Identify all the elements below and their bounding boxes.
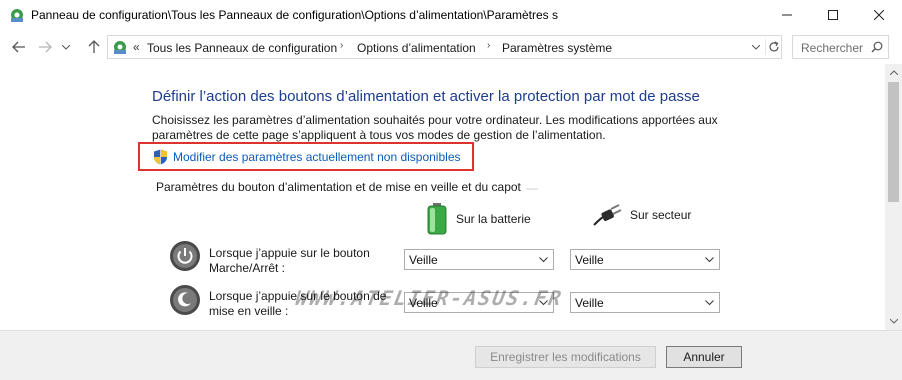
content-pane: Définir l’action des boutons d’alimentat… (0, 64, 885, 330)
change-link-label: Modifier des paramètres actuellement non… (173, 150, 461, 164)
uac-shield-icon (154, 149, 167, 165)
select-value: Veille (409, 253, 438, 267)
ac-column-label: Sur secteur (630, 208, 692, 222)
scrollbar-thumb[interactable] (888, 82, 899, 202)
window-title: Panneau de configuration\Tous les Pannea… (31, 8, 558, 22)
navigation-bar: « Tous les Panneaux de configuration › O… (0, 33, 902, 61)
arrow-up-icon (88, 40, 100, 53)
forward-button[interactable] (35, 37, 55, 57)
change-unavailable-settings-link[interactable]: Modifier des paramètres actuellement non… (153, 149, 461, 165)
up-button[interactable] (84, 37, 104, 57)
power-button-battery-select[interactable]: Veille (404, 249, 554, 270)
power-plug-icon (593, 204, 622, 226)
close-button[interactable] (856, 0, 902, 30)
breadcrumb-power-options[interactable]: Options d’alimentation (357, 41, 476, 55)
minimize-icon (782, 14, 792, 16)
title-bar: Panneau de configuration\Tous les Pannea… (0, 0, 902, 30)
vertical-scrollbar[interactable] (885, 64, 902, 330)
arrow-left-icon (12, 41, 25, 53)
search-input[interactable]: Rechercher (792, 35, 889, 59)
chevron-down-icon (889, 319, 898, 324)
maximize-button[interactable] (810, 0, 856, 30)
battery-icon (427, 203, 447, 235)
arrow-right-icon (39, 41, 52, 53)
minimize-button[interactable] (764, 0, 810, 30)
select-value: Veille (575, 253, 604, 267)
battery-column-label: Sur la batterie (456, 212, 531, 226)
select-value: Veille (575, 296, 604, 310)
maximize-icon (828, 10, 838, 20)
breadcrumb-separator[interactable]: › (487, 40, 490, 51)
chevron-down-icon (705, 257, 714, 263)
ac-column-header: Sur secteur (592, 203, 691, 227)
chevron-up-icon (889, 70, 898, 75)
search-icon (871, 41, 883, 53)
back-button[interactable] (9, 37, 29, 57)
sleep-button-icon (170, 285, 200, 315)
breadcrumb-all-control-panels[interactable]: Tous les Panneaux de configuration (147, 41, 337, 55)
scroll-down-button[interactable] (885, 313, 902, 330)
breadcrumb-overflow[interactable]: « (133, 40, 140, 54)
chevron-down-icon (539, 257, 548, 263)
chevron-down-icon (705, 300, 714, 306)
battery-column-header: Sur la batterie (426, 203, 531, 235)
save-changes-button[interactable]: Enregistrer les modifications (475, 346, 656, 368)
search-placeholder: Rechercher (801, 41, 864, 55)
refresh-icon (768, 41, 779, 52)
sleep-button-ac-select[interactable]: Veille (570, 292, 720, 313)
page-title: Définir l’action des boutons d’alimentat… (152, 88, 700, 105)
chevron-down-icon (62, 44, 70, 50)
control-panel-icon (11, 9, 23, 22)
control-panel-icon (114, 41, 126, 54)
power-button-ac-select[interactable]: Veille (570, 249, 720, 270)
section-title: Paramètres du bouton d’alimentation et d… (156, 180, 521, 194)
recent-locations-button[interactable] (59, 37, 73, 57)
power-button-row-label: Lorsque j’appuie sur le bouton Marche/Ar… (209, 246, 370, 275)
chevron-down-icon (752, 44, 760, 50)
close-icon (874, 10, 884, 20)
power-button-icon (170, 241, 200, 271)
section-divider (526, 188, 538, 190)
breadcrumb-separator[interactable]: › (340, 40, 343, 51)
footer-bar: Enregistrer les modifications Annuler (0, 330, 902, 380)
page-description: Choisissez les paramètres d’alimentation… (152, 113, 718, 142)
address-dropdown-button[interactable] (749, 40, 763, 54)
scroll-up-button[interactable] (885, 64, 902, 81)
refresh-button[interactable] (765, 39, 781, 55)
cancel-button[interactable]: Annuler (666, 346, 742, 368)
address-bar[interactable]: « Tous les Panneaux de configuration › O… (107, 35, 782, 59)
breadcrumb-system-settings[interactable]: Paramètres système (502, 41, 612, 55)
watermark: WWW.ATELIER-ASUS.FR (293, 286, 565, 310)
